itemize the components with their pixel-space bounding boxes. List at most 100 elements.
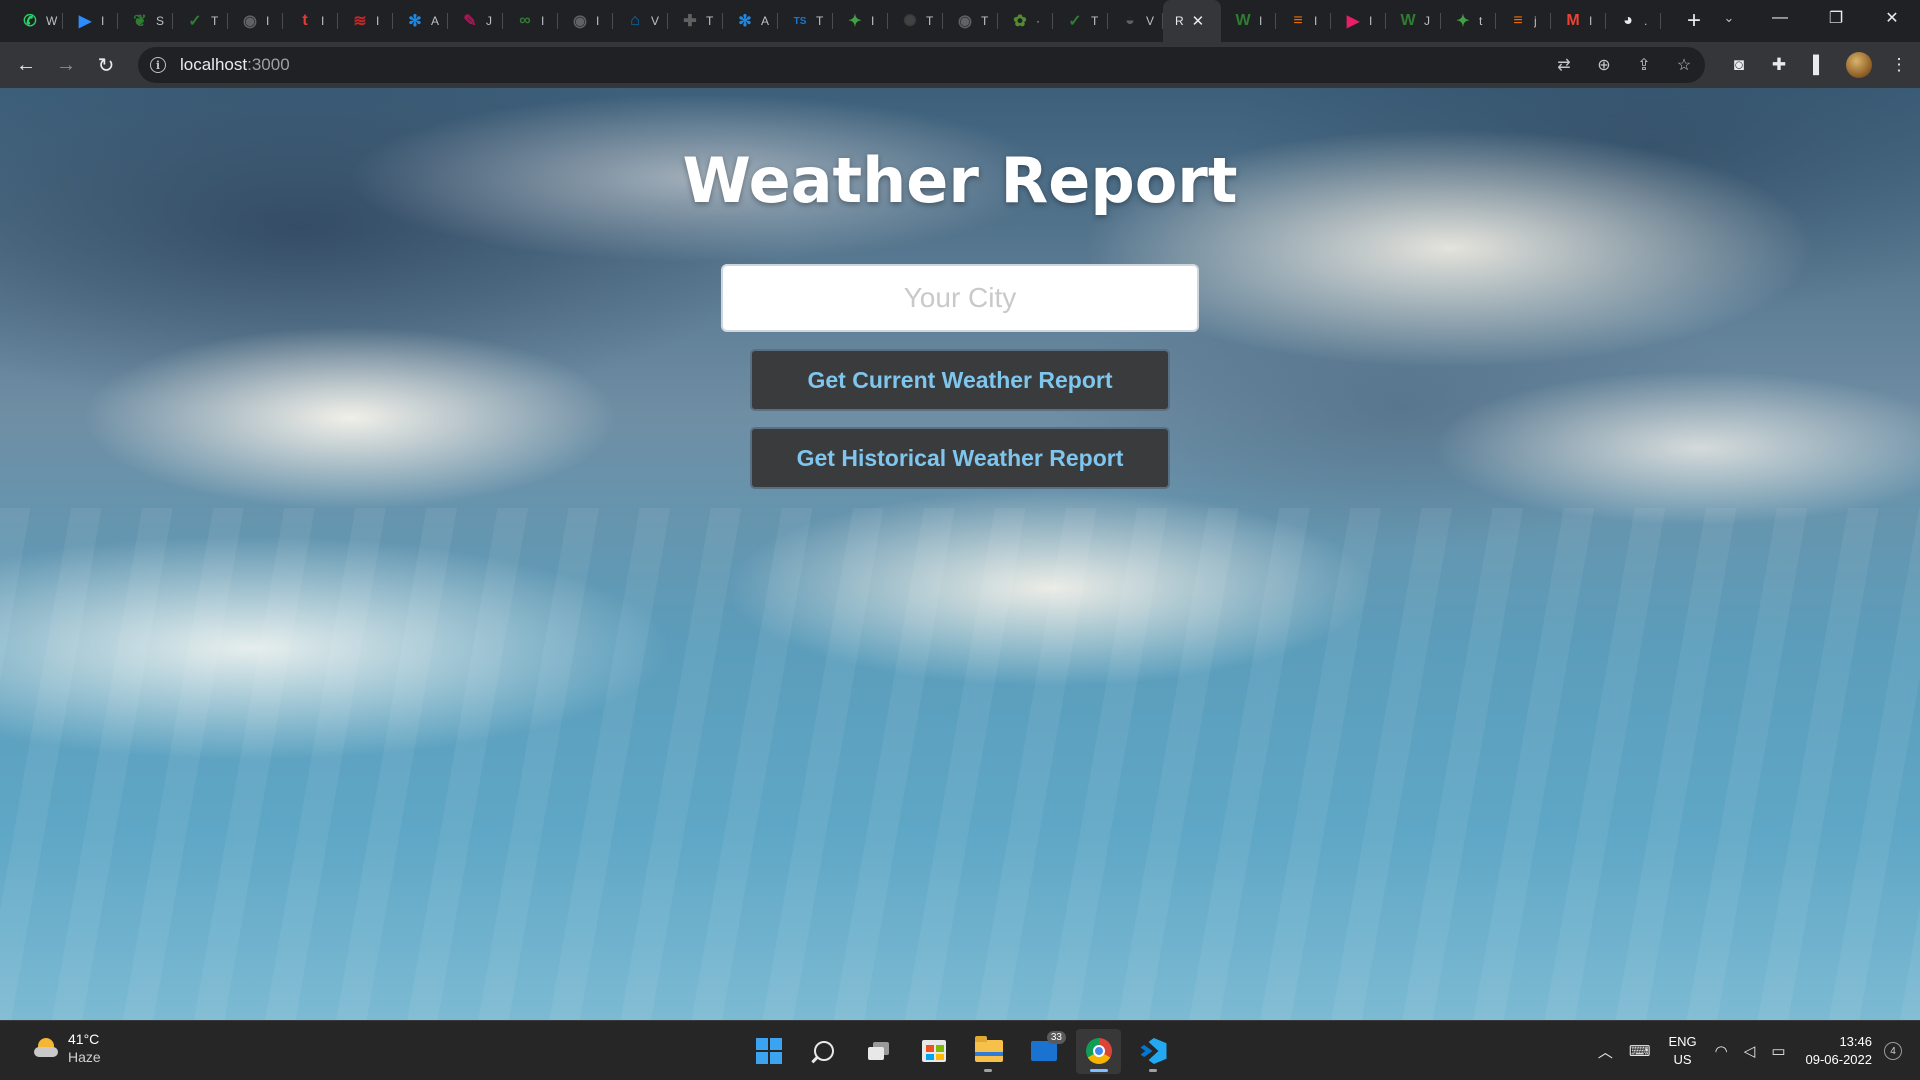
get-historical-weather-button[interactable]: Get Historical Weather Report <box>750 427 1170 489</box>
browser-tab[interactable]: ✦ t <box>1441 0 1496 42</box>
close-tab-icon[interactable]: ✕ <box>1192 12 1205 30</box>
vscode-icon <box>1141 1038 1167 1064</box>
tab-title: V <box>651 14 660 28</box>
tab-title: T <box>1091 14 1099 28</box>
browser-tab[interactable]: ✦ I <box>833 0 888 42</box>
globe-icon: ◉ <box>243 13 257 30</box>
browser-tab[interactable]: ◒ V <box>1108 0 1163 42</box>
tab-title: T <box>926 14 934 28</box>
browser-tab[interactable]: TS T <box>778 0 833 42</box>
mail-button[interactable]: 33 <box>1021 1029 1066 1074</box>
restore-button[interactable]: ❐ <box>1808 0 1864 36</box>
address-bar[interactable]: i localhost:3000 ⇄ ⊕ ⇪ ☆ <box>138 47 1705 83</box>
minimize-button[interactable]: — <box>1752 0 1808 36</box>
system-tray: ︿ ⌨ ENG US ◠ ◁ ▭ 13:46 09-06-2022 4 <box>1590 1021 1902 1080</box>
browser-tab[interactable]: ≡ I <box>1276 0 1331 42</box>
close-window-button[interactable]: ✕ <box>1864 0 1920 36</box>
wifi-icon[interactable]: ◠ <box>1715 1042 1728 1060</box>
file-explorer-button[interactable] <box>966 1029 1011 1074</box>
translate-icon[interactable]: ⇄ <box>1553 55 1575 75</box>
folder-icon <box>974 1036 1003 1062</box>
forward-button[interactable]: → <box>46 45 86 85</box>
language-code: ENG <box>1668 1034 1697 1049</box>
city-input[interactable] <box>721 264 1199 332</box>
browser-tab[interactable]: ≋ I <box>338 0 393 42</box>
tab-title: I <box>321 14 325 28</box>
profile-avatar[interactable] <box>1846 52 1872 78</box>
browser-tab[interactable]: ✿ · <box>998 0 1053 42</box>
language-indicator[interactable]: ENG US <box>1669 1033 1697 1069</box>
chatgpt-icon: ✺ <box>903 13 917 30</box>
windows-logo-icon <box>755 1038 782 1064</box>
browser-tab[interactable]: ◉ I <box>558 0 613 42</box>
battery-icon[interactable]: ▭ <box>1771 1042 1785 1060</box>
browser-tab[interactable]: ✎ J <box>448 0 503 42</box>
toolbar-actions: ◙ ✚ ▌ ⋮ <box>1726 45 1912 85</box>
tab-title: t <box>1479 14 1483 28</box>
back-button[interactable]: ← <box>6 45 46 85</box>
tab-title: T <box>981 14 989 28</box>
task-view-button[interactable] <box>856 1029 901 1074</box>
browser-tab[interactable]: ✆ W <box>8 0 63 42</box>
bank-icon: ⌂ <box>630 12 640 29</box>
w-icon: W <box>1400 12 1416 29</box>
browser-tab[interactable]: ◉ I <box>228 0 283 42</box>
browser-tab[interactable]: ❦ S <box>118 0 173 42</box>
side-panel-icon[interactable]: ▌ <box>1806 55 1832 75</box>
tab-search-button[interactable]: ⌄ <box>1706 0 1752 36</box>
browser-tab[interactable]: ▶ I <box>1331 0 1386 42</box>
bookmark-star-icon[interactable]: ☆ <box>1673 55 1695 75</box>
mail-icon <box>1030 1041 1057 1061</box>
start-button[interactable] <box>746 1029 791 1074</box>
typescript-icon: TS <box>793 15 807 27</box>
get-current-weather-button[interactable]: Get Current Weather Report <box>750 349 1170 411</box>
browser-tab[interactable]: ◕. <box>1606 0 1661 42</box>
chevron-up-icon[interactable]: ︿ <box>1598 1041 1613 1062</box>
zoom-icon[interactable]: ⊕ <box>1593 55 1615 75</box>
camera-extension-icon[interactable]: ◙ <box>1726 55 1752 75</box>
browser-tab[interactable]: ✻ A <box>393 0 448 42</box>
browser-tab[interactable]: ≡ j <box>1496 0 1551 42</box>
taskbar-search-button[interactable] <box>801 1029 846 1074</box>
browser-tab[interactable]: ✻ A <box>723 0 778 42</box>
browser-tab[interactable]: ✓ T <box>173 0 228 42</box>
notification-center-badge[interactable]: 4 <box>1884 1042 1902 1060</box>
browser-tab[interactable]: WI <box>1221 0 1276 42</box>
taskbar-weather-widget[interactable]: 41°C Haze <box>34 1031 101 1065</box>
browser-tab[interactable]: WJ <box>1386 0 1441 42</box>
weather-temperature: 41°C <box>68 1031 100 1047</box>
task-view-icon <box>867 1042 890 1060</box>
volume-icon[interactable]: ◁ <box>1744 1042 1756 1060</box>
tab-title: W <box>46 14 58 28</box>
clock-time: 13:46 <box>1839 1034 1872 1049</box>
weather-app: Weather Report Get Current Weather Repor… <box>0 88 1920 1020</box>
browser-tab[interactable]: tI <box>283 0 338 42</box>
tab-title: T <box>816 14 824 28</box>
taskbar-clock[interactable]: 13:46 09-06-2022 <box>1806 1033 1873 1069</box>
new-tab-button[interactable]: + <box>1679 7 1709 35</box>
vscode-button[interactable] <box>1131 1029 1176 1074</box>
url-text[interactable]: localhost:3000 <box>180 55 290 75</box>
browser-tab[interactable]: ∞ I <box>503 0 558 42</box>
site-info-icon[interactable]: i <box>150 57 166 73</box>
browser-tab[interactable]: MI <box>1551 0 1606 42</box>
windows-taskbar: 41°C Haze 33 ︿ ⌨ ENG US ◠ ◁ ▭ 13:46 09-0… <box>0 1020 1920 1080</box>
chrome-button[interactable] <box>1076 1028 1121 1074</box>
stack-icon: ≡ <box>1513 12 1523 29</box>
browser-tab[interactable]: ✓ T <box>1053 0 1108 42</box>
tab-active[interactable]: R ✕ <box>1163 0 1221 42</box>
browser-tab[interactable]: ◉ T <box>943 0 998 42</box>
tab-title: S <box>156 14 165 28</box>
microsoft-store-button[interactable] <box>911 1029 956 1074</box>
window-controls: ⌄ — ❐ ✕ <box>1706 0 1920 36</box>
browser-tab[interactable]: ▶ I <box>63 0 118 42</box>
keyboard-icon[interactable]: ⌨ <box>1629 1042 1651 1060</box>
extensions-puzzle-icon[interactable]: ✚ <box>1766 55 1792 75</box>
browser-tab[interactable]: ✚ T <box>668 0 723 42</box>
browser-tab[interactable]: ✺ T <box>888 0 943 42</box>
share-icon[interactable]: ⇪ <box>1633 55 1655 75</box>
reload-button[interactable]: ↻ <box>86 45 126 85</box>
globe-icon: ◉ <box>958 13 972 30</box>
more-menu-icon[interactable]: ⋮ <box>1886 55 1912 75</box>
browser-tab[interactable]: ⌂ V <box>613 0 668 42</box>
